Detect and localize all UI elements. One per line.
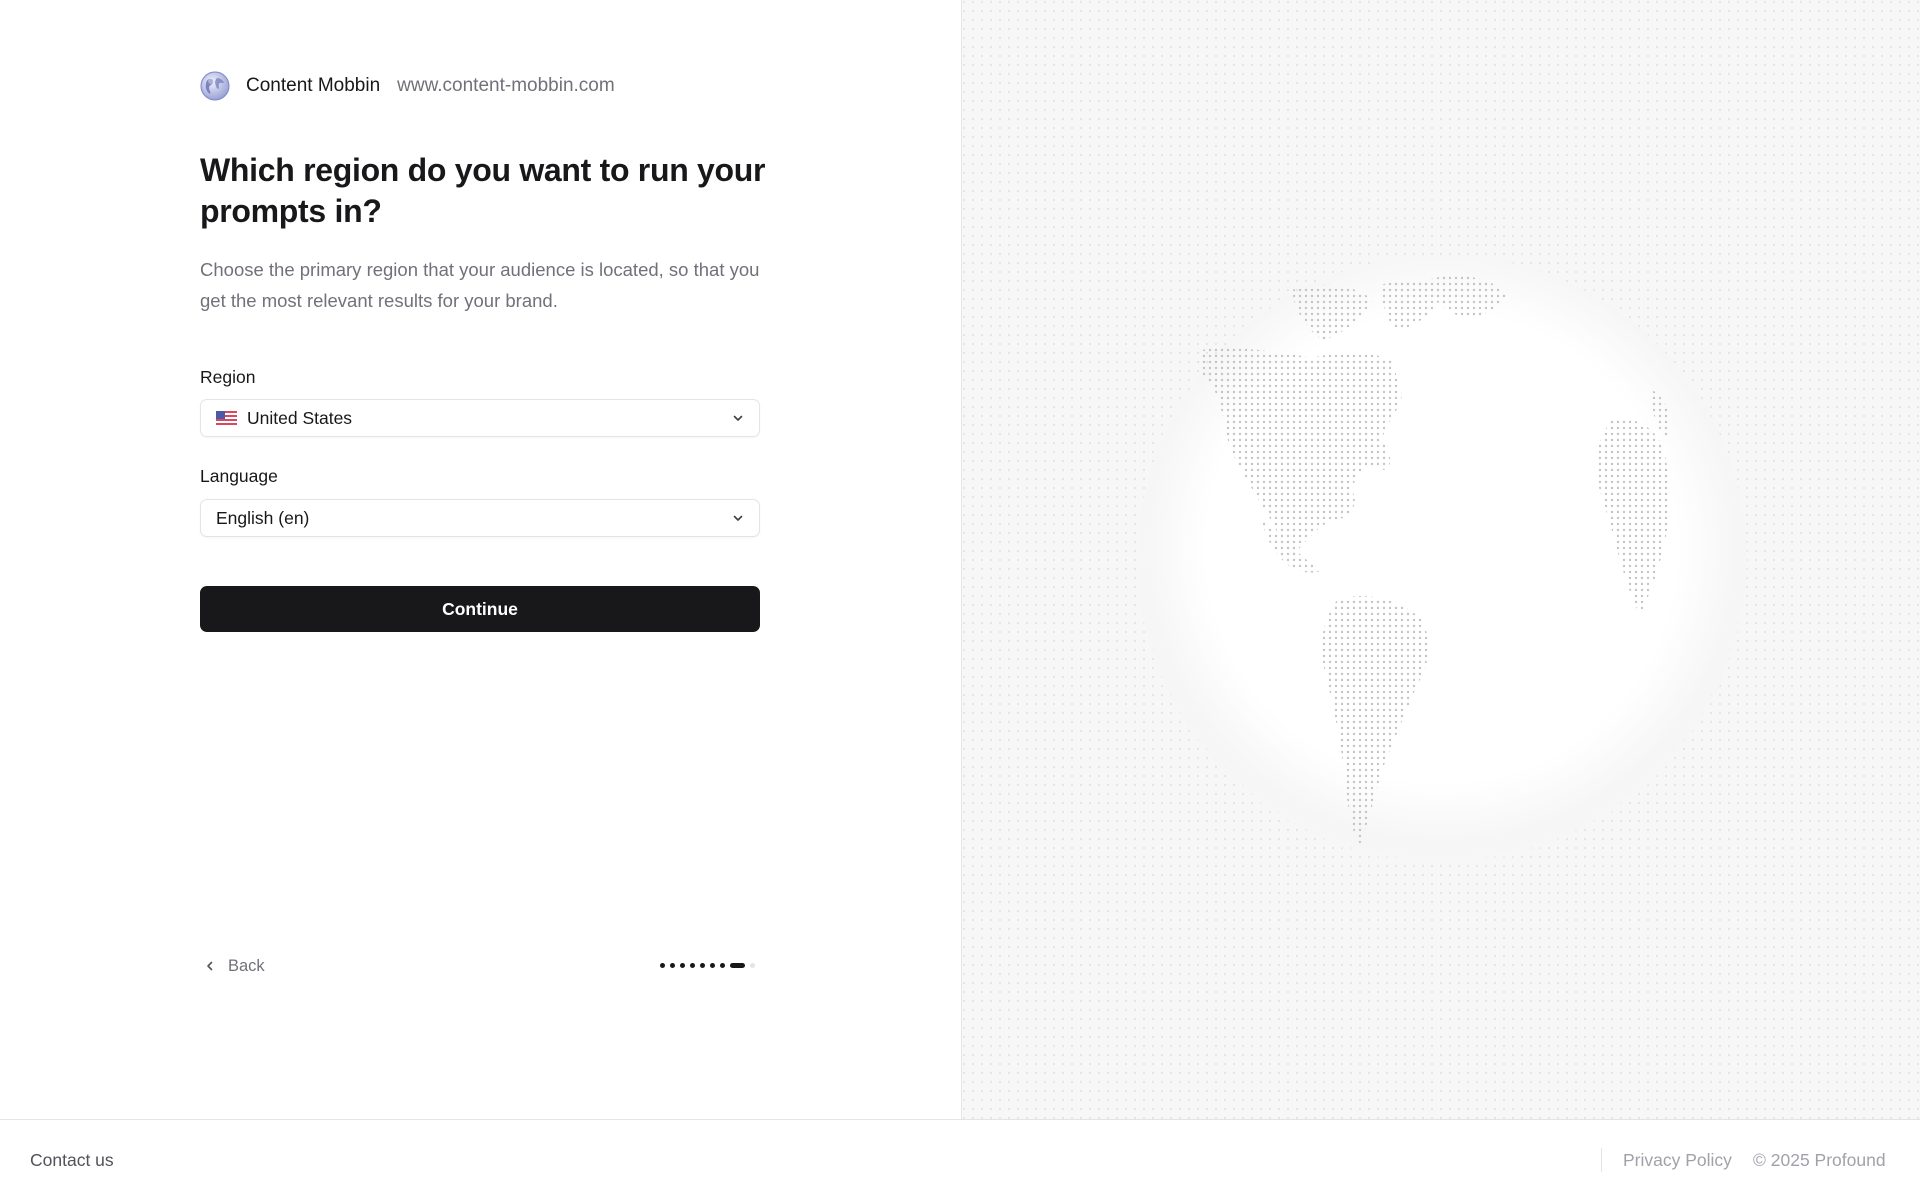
progress-step-dot xyxy=(690,962,695,968)
us-flag-icon xyxy=(216,411,237,425)
brand-name: Content Mobbin xyxy=(246,75,381,96)
progress-step-dot xyxy=(680,962,685,968)
globe-logo-icon xyxy=(200,71,230,101)
progress-step-dot xyxy=(730,962,745,968)
continue-button[interactable]: Continue xyxy=(200,586,760,632)
back-label: Back xyxy=(228,956,265,975)
progress-step-dot xyxy=(720,962,725,968)
language-value: English (en) xyxy=(216,507,310,528)
onboarding-panel: Content Mobbin www.content-mobbin.com Wh… xyxy=(0,0,960,1119)
progress-step-dot xyxy=(660,962,665,968)
footer-divider xyxy=(1601,1148,1602,1172)
region-value: United States xyxy=(247,407,353,428)
region-select[interactable]: United States xyxy=(200,399,760,437)
step-progress-indicator xyxy=(660,962,760,968)
page-title: Which region do you want to run your pro… xyxy=(200,152,766,229)
chevron-down-icon xyxy=(733,515,743,521)
copyright-text: © 2025 Profound xyxy=(1753,1150,1886,1170)
language-label: Language xyxy=(200,466,278,486)
page-footer: Contact us Privacy Policy © 2025 Profoun… xyxy=(0,1119,1920,1200)
privacy-policy-link[interactable]: Privacy Policy xyxy=(1623,1150,1732,1171)
dotted-globe-illustration xyxy=(962,0,1920,1119)
back-button[interactable]: Back xyxy=(204,956,265,976)
chevron-left-icon xyxy=(207,961,213,971)
brand-header: Content Mobbin www.content-mobbin.com xyxy=(200,71,615,101)
chevron-down-icon xyxy=(733,415,743,421)
region-label: Region xyxy=(200,367,256,387)
progress-step-dot xyxy=(670,962,675,968)
progress-step-dot xyxy=(710,962,715,968)
progress-step-dot xyxy=(700,962,705,968)
language-select[interactable]: English (en) xyxy=(200,499,760,537)
globe-illustration-panel xyxy=(961,0,1920,1119)
page-description: Choose the primary region that your audi… xyxy=(200,259,760,311)
progress-step-dot xyxy=(750,962,755,968)
contact-us-link[interactable]: Contact us xyxy=(30,1150,114,1171)
brand-domain: www.content-mobbin.com xyxy=(397,75,615,96)
